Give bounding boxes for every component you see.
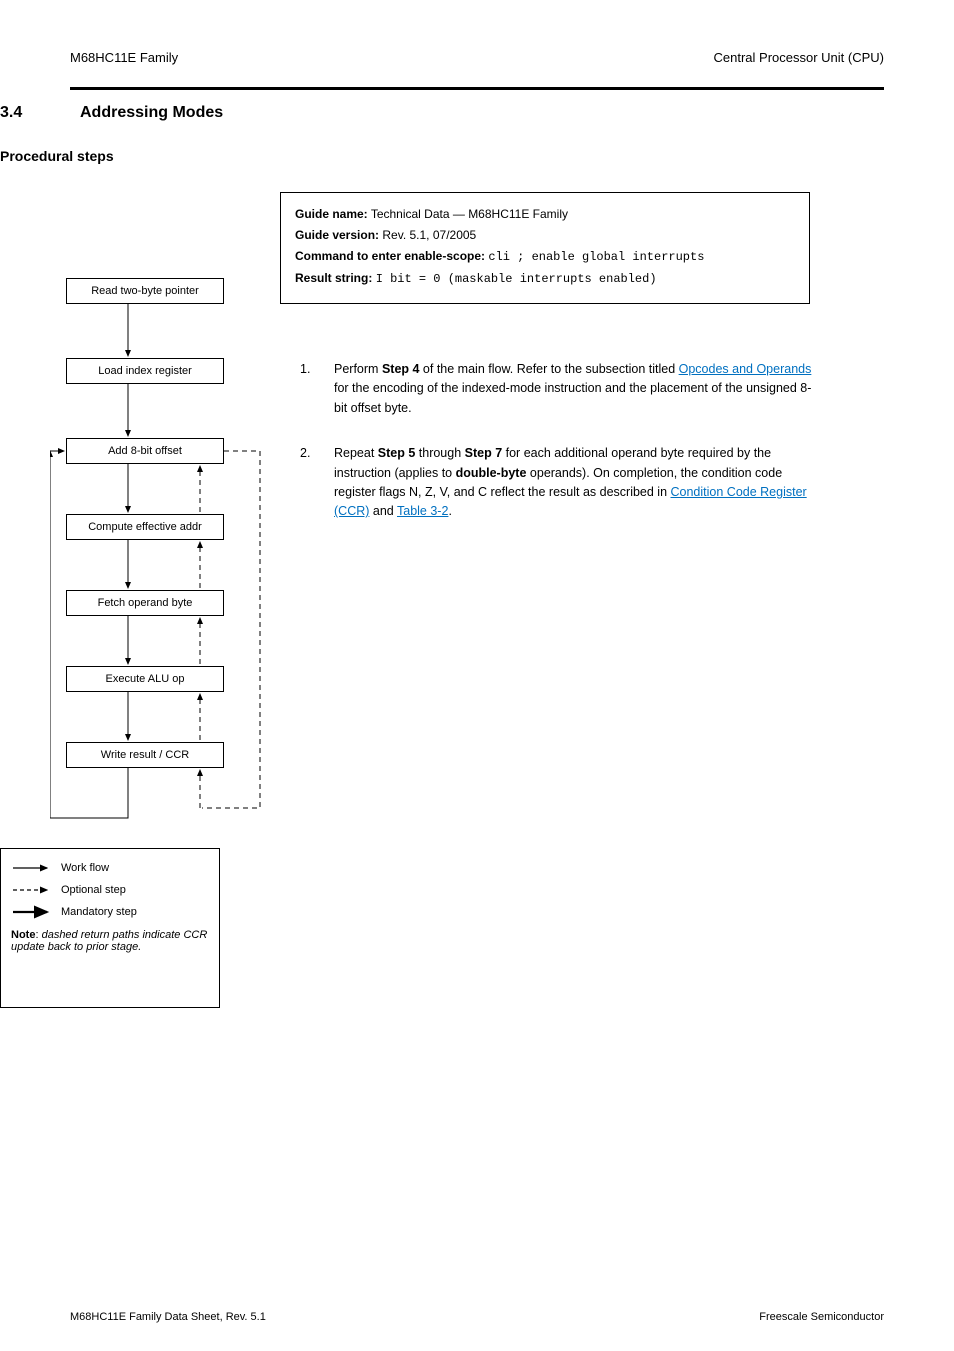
legend-row-workflow: Work flow — [11, 857, 209, 879]
flow-box-4: Compute effective addr — [66, 514, 224, 540]
summary-value-3: cli ; enable global interrupts — [488, 250, 704, 264]
summary-label-4: Result string: — [295, 271, 372, 285]
footer-right: Freescale Semiconductor — [759, 1311, 884, 1323]
legend-label: Mandatory step — [61, 906, 137, 918]
legend-note-label: Note — [11, 929, 35, 941]
step-number: 2. — [300, 444, 310, 463]
arrow-solid-icon — [11, 860, 51, 876]
flow-box-2: Load index register — [66, 358, 224, 384]
header-product: M68HC11E Family — [70, 50, 178, 65]
arrow-dashed-icon — [11, 882, 51, 898]
legend-row-optional: Optional step — [11, 879, 209, 901]
legend-label: Work flow — [61, 862, 109, 874]
flow-box-7: Write result / CCR — [66, 742, 224, 768]
summary-label-1: Guide name: — [295, 207, 368, 221]
flow-box-1: Read two-byte pointer — [66, 278, 224, 304]
legend-note: Note: dashed return paths indicate CCR u… — [11, 929, 209, 953]
summary-value-4: I bit = 0 (maskable interrupts enabled) — [376, 272, 657, 286]
footer-left: M68HC11E Family Data Sheet, Rev. 5.1 — [70, 1311, 266, 1323]
arrow-bold-icon — [11, 904, 51, 920]
step-text: Repeat Step 5 through Step 7 for each ad… — [334, 446, 807, 518]
section-title: Addressing Modes — [80, 104, 223, 122]
flow-box-6: Execute ALU op — [66, 666, 224, 692]
legend-row-mandatory: Mandatory step — [11, 901, 209, 923]
summary-label-3: Command to enter enable-scope: — [295, 249, 485, 263]
summary-box: Guide name: Technical Data — M68HC11E Fa… — [280, 192, 810, 304]
procedure-title: Procedural steps — [0, 148, 114, 164]
summary-value-1: Technical Data — M68HC11E Family — [371, 207, 568, 221]
legend-label: Optional step — [61, 884, 126, 896]
section-number: 3.4 — [0, 104, 22, 122]
summary-label-2: Guide version: — [295, 228, 379, 242]
flow-box-5: Fetch operand byte — [66, 590, 224, 616]
header-section-path: Central Processor Unit (CPU) — [714, 50, 885, 65]
legend-note-text: dashed return paths indicate CCR update … — [11, 929, 207, 953]
header-rule: M68HC11E Family Central Processor Unit (… — [70, 40, 884, 90]
step-descriptions: 1. Perform Step 4 of the main flow. Refe… — [300, 360, 812, 548]
step-text: Perform Step 4 of the main flow. Refer t… — [334, 362, 811, 415]
step-number: 1. — [300, 360, 310, 379]
summary-value-2: Rev. 5.1, 07/2005 — [382, 228, 476, 242]
flow-box-3: Add 8-bit offset — [66, 438, 224, 464]
step-description-2: 2. Repeat Step 5 through Step 7 for each… — [300, 444, 812, 522]
legend-box: Work flow Optional step Mandatory step N… — [0, 848, 220, 1008]
step-description-1: 1. Perform Step 4 of the main flow. Refe… — [300, 360, 812, 418]
